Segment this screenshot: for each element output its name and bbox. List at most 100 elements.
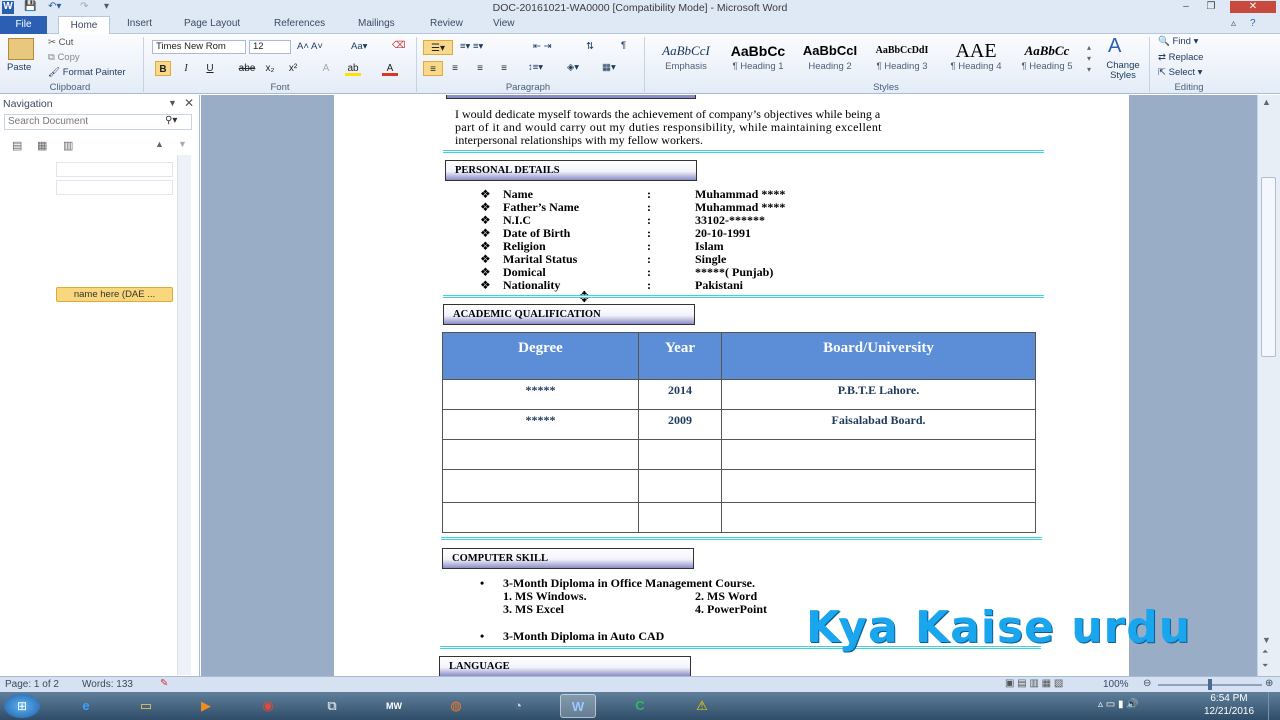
align-center-button[interactable]: ≡ — [447, 61, 463, 76]
close-pane-icon[interactable]: ✕ — [184, 96, 194, 110]
zoom-level[interactable]: 100% — [1103, 679, 1129, 690]
previous-heading-icon[interactable]: ▲ — [155, 139, 164, 149]
find-button[interactable]: Find — [1172, 36, 1190, 47]
table-cell[interactable] — [721, 439, 1036, 470]
style-heading-3[interactable]: AaBbCcDdI ¶ Heading 3 — [866, 41, 938, 81]
scroll-thumb[interactable] — [1261, 177, 1276, 357]
text-effects-icon[interactable]: A — [318, 61, 334, 76]
page-count[interactable]: Page: 1 of 2 — [5, 679, 59, 690]
minimize-icon[interactable]: – — [1177, 1, 1195, 13]
restore-icon[interactable]: ❐ — [1202, 1, 1220, 13]
style-heading-1[interactable]: AaBbCc ¶ Heading 1 — [723, 41, 793, 81]
shading-icon[interactable]: ◈▾ — [567, 62, 579, 73]
replace-button[interactable]: Replace — [1169, 52, 1204, 63]
subscript-button[interactable]: x₂ — [262, 61, 278, 76]
clock-time[interactable]: 6:54 PM — [1198, 693, 1260, 704]
nav-scrollbar[interactable] — [177, 155, 191, 675]
browse-results-icon[interactable]: ▥ — [63, 139, 73, 152]
table-cell[interactable] — [638, 502, 722, 533]
highlight-icon[interactable]: ab — [345, 61, 361, 76]
select-button[interactable]: Select — [1169, 67, 1195, 78]
tab-insert[interactable]: Insert — [127, 18, 152, 29]
table-cell[interactable] — [442, 469, 639, 503]
tab-view[interactable]: View — [493, 18, 515, 29]
align-right-button[interactable]: ≡ — [472, 61, 488, 76]
bullets-button[interactable]: ☰▾ — [423, 40, 453, 55]
nav-heading-item[interactable]: name here (DAE ... — [56, 287, 173, 302]
copy-button[interactable]: Copy — [57, 52, 79, 63]
clock-date[interactable]: 12/21/2016 — [1196, 706, 1262, 717]
nav-heading-placeholder[interactable] — [56, 162, 173, 177]
view-buttons-icon[interactable]: ▣ ▤ ▥ ▦ ▧ — [1005, 678, 1063, 689]
search-icon[interactable]: ⚲▾ — [165, 115, 177, 126]
table-cell[interactable] — [442, 502, 639, 533]
numbering-icon[interactable]: ≡▾ ≡▾ — [460, 41, 483, 52]
style-heading-4[interactable]: AAE ¶ Heading 4 — [940, 41, 1012, 81]
app-orange-icon[interactable]: ◍ — [438, 694, 474, 718]
zoom-slider-thumb[interactable] — [1208, 679, 1212, 690]
zoom-in-icon[interactable]: ⊕ — [1265, 678, 1273, 689]
change-styles-button[interactable]: Change Styles — [1102, 61, 1144, 81]
table-cell[interactable]: 2009 — [638, 409, 722, 440]
app-swirl-icon[interactable]: ◔ — [500, 694, 536, 718]
table-cell[interactable] — [721, 469, 1036, 503]
next-heading-icon[interactable]: ▼ — [178, 139, 187, 149]
help-icon[interactable]: ? — [1250, 18, 1256, 29]
table-cell[interactable] — [638, 439, 722, 470]
bold-button[interactable]: B — [155, 61, 171, 76]
tab-page-layout[interactable]: Page Layout — [184, 18, 240, 29]
font-color-icon[interactable]: A — [382, 61, 398, 76]
style-heading-5[interactable]: AaBbCc ¶ Heading 5 — [1013, 41, 1081, 81]
font-size-select[interactable]: 12 — [249, 40, 291, 54]
tab-file[interactable]: File — [0, 16, 47, 34]
tab-review[interactable]: Review — [430, 18, 463, 29]
style-heading-2[interactable]: AaBbCcI Heading 2 — [795, 41, 865, 81]
line-spacing-icon[interactable]: ↕≡▾ — [528, 62, 543, 73]
file-explorer-icon[interactable]: ▭ — [128, 694, 164, 718]
nav-heading-placeholder[interactable] — [56, 180, 173, 195]
style-emphasis[interactable]: AaBbCcI Emphasis — [652, 41, 720, 81]
italic-button[interactable]: I — [178, 61, 194, 76]
borders-icon[interactable]: ▦▾ — [602, 62, 616, 73]
table-cell[interactable] — [442, 439, 639, 470]
scroll-down-icon[interactable]: ▼ — [1262, 635, 1271, 645]
camtasia-icon[interactable]: C — [622, 694, 658, 718]
styles-scroll-icon[interactable]: ▴ ▾ ▾ — [1087, 42, 1091, 75]
paste-button[interactable]: Paste — [7, 62, 31, 73]
search-document-input[interactable]: Search Document — [4, 114, 192, 130]
table-cell[interactable]: 2014 — [638, 379, 722, 410]
warning-icon[interactable]: ⚠ — [684, 694, 720, 718]
indent-icon[interactable]: ⇤ ⇥ — [533, 41, 552, 52]
superscript-button[interactable]: x² — [285, 61, 301, 76]
previous-page-icon[interactable]: ⏶ — [1262, 647, 1268, 657]
tab-references[interactable]: References — [274, 18, 325, 29]
grow-font-icon[interactable]: A˄ A˅ — [297, 41, 323, 52]
chrome-icon[interactable]: ◉ — [250, 694, 286, 718]
change-styles-icon[interactable]: A — [1108, 35, 1121, 58]
minimize-ribbon-icon[interactable]: ▵ — [1231, 18, 1236, 29]
media-player-icon[interactable]: ▶ — [188, 694, 224, 718]
app-mw-icon[interactable]: MW — [376, 694, 412, 718]
browse-headings-icon[interactable]: ▤ — [12, 139, 22, 152]
task-switch-icon[interactable]: ⧉ — [314, 694, 350, 718]
table-cell[interactable] — [638, 469, 722, 503]
table-cell[interactable]: ***** — [442, 379, 639, 410]
vertical-scrollbar[interactable]: ▲ ▼ ⏶ ⏷ — [1257, 95, 1280, 676]
font-name-select[interactable]: Times New Rom — [152, 40, 246, 54]
word-taskbar-icon[interactable]: W — [560, 694, 596, 718]
word-count[interactable]: Words: 133 — [82, 679, 133, 690]
table-cell[interactable] — [721, 502, 1036, 533]
close-icon[interactable]: ✕ — [1230, 1, 1276, 13]
scroll-up-icon[interactable]: ▲ — [1262, 97, 1271, 107]
proofing-icon[interactable]: ✎ — [160, 678, 168, 689]
sort-icon[interactable]: ⇅ — [586, 41, 594, 52]
table-cell[interactable]: ***** — [442, 409, 639, 440]
clear-format-icon[interactable]: ⌫ — [392, 40, 405, 51]
next-page-icon[interactable]: ⏷ — [1262, 661, 1268, 671]
tray-icons[interactable]: ▵ ▭ ▮ 🔊 — [1098, 699, 1139, 710]
format-painter-button[interactable]: Format Painter — [63, 67, 126, 78]
strikethrough-button[interactable]: abe — [236, 61, 258, 76]
change-case-icon[interactable]: Aa▾ — [351, 41, 367, 52]
internet-explorer-icon[interactable]: e — [68, 694, 104, 718]
align-left-button[interactable]: ≡ — [423, 61, 443, 76]
